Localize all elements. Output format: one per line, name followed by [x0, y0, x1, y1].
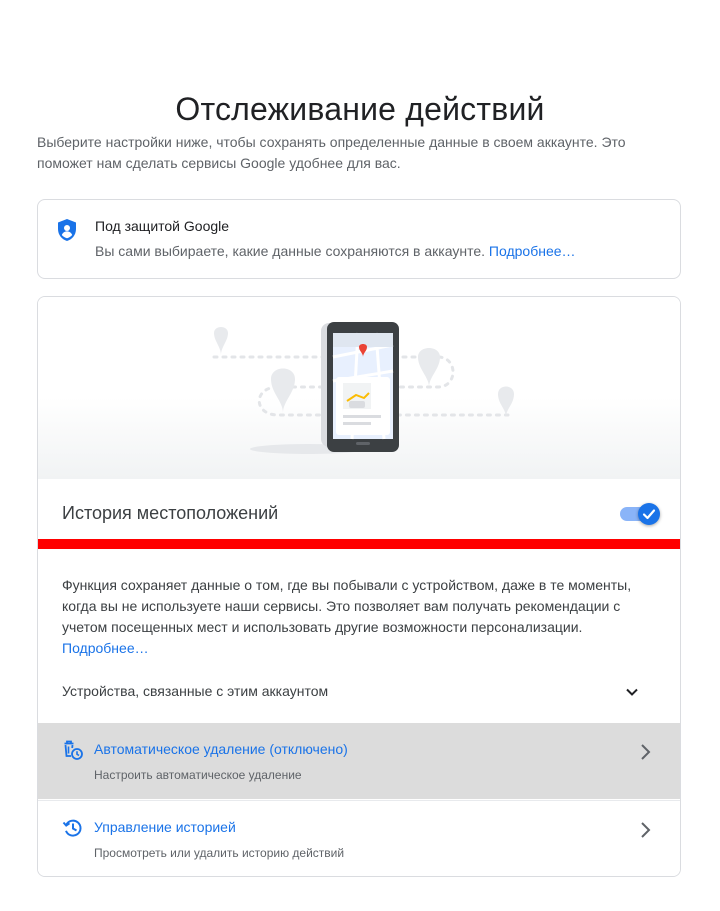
auto-delete-icon [64, 740, 83, 760]
chevron-right-icon [641, 744, 651, 760]
highlight-bar [38, 539, 680, 549]
protection-text: Вы сами выбираете, какие данные сохраняю… [95, 243, 576, 259]
protection-text-body: Вы сами выбираете, какие данные сохраняю… [95, 243, 486, 259]
page-title: Отслеживание действий [175, 91, 545, 128]
location-history-learn-more-link[interactable]: Подробнее… [62, 640, 149, 656]
protection-card: Под защитой Google Вы сами выбираете, ка… [37, 199, 681, 279]
auto-delete-title: Автоматическое удаление (отключено) [94, 741, 348, 757]
devices-expander[interactable]: Устройства, связанные с этим аккаунтом [38, 675, 680, 709]
chevron-right-icon [641, 822, 651, 838]
checkmark-icon [642, 509, 656, 520]
location-history-card: История местоположений Функция сохраняет… [37, 296, 681, 877]
manage-history-subtitle: Просмотреть или удалить историю действий [94, 846, 345, 860]
location-history-toggle[interactable] [620, 500, 660, 528]
auto-delete-row[interactable]: Автоматическое удаление (отключено) Наст… [38, 723, 680, 799]
location-history-description: Функция сохраняет данные о том, где вы п… [62, 575, 642, 659]
location-illustration [38, 297, 680, 479]
manage-history-title: Управление историей [94, 819, 236, 835]
history-icon [62, 819, 82, 837]
devices-label: Устройства, связанные с этим аккаунтом [62, 683, 329, 699]
protection-title: Под защитой Google [95, 218, 230, 234]
location-history-description-body: Функция сохраняет данные о том, где вы п… [62, 577, 632, 635]
auto-delete-subtitle: Настроить автоматическое удаление [94, 768, 302, 782]
page-description: Выберите настройки ниже, чтобы сохранять… [37, 134, 626, 171]
chevron-down-icon [626, 688, 638, 696]
protection-learn-more-link[interactable]: Подробнее… [489, 243, 576, 259]
shield-person-icon [58, 219, 76, 241]
location-history-title: История местоположений [62, 503, 279, 523]
toggle-knob [638, 503, 660, 525]
manage-history-row[interactable]: Управление историей Просмотреть или удал… [38, 800, 680, 876]
